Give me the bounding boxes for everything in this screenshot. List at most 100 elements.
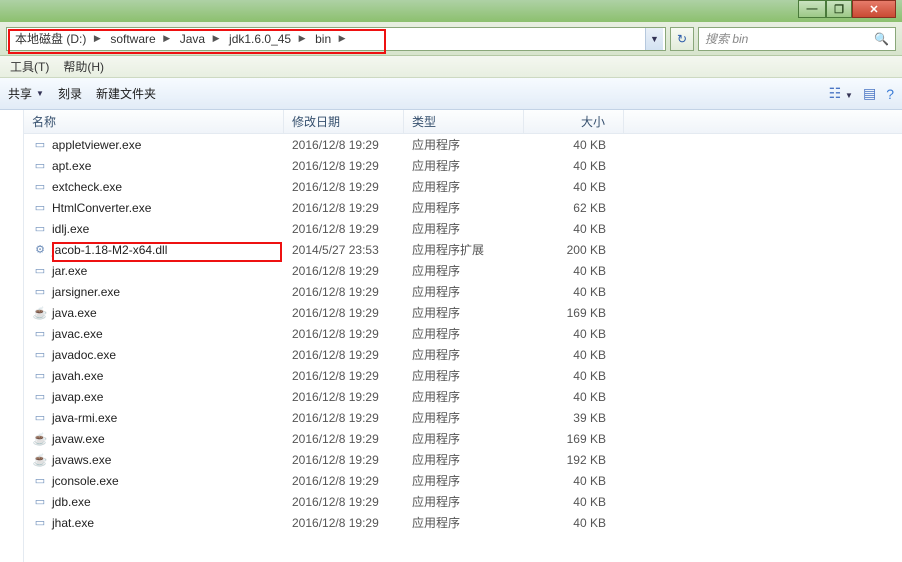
file-date: 2016/12/8 19:29 <box>284 180 404 194</box>
address-dropdown-icon[interactable]: ▼ <box>645 28 663 50</box>
chevron-right-icon[interactable]: ▶ <box>160 33 174 44</box>
search-input[interactable]: 搜索 bin 🔍 <box>698 27 896 51</box>
breadcrumb: 本地磁盘 (D:)▶software▶Java▶jdk1.6.0_45▶bin▶ <box>9 28 645 50</box>
column-header-type[interactable]: 类型 <box>404 110 524 133</box>
file-date: 2016/12/8 19:29 <box>284 390 404 404</box>
file-date: 2016/12/8 19:29 <box>284 432 404 446</box>
window-maximize-button[interactable]: ❐ <box>826 0 852 18</box>
file-list[interactable]: appletviewer.exe2016/12/8 19:29应用程序40 KB… <box>24 134 902 562</box>
column-headers: 名称 修改日期 类型 大小 <box>24 110 902 134</box>
chevron-right-icon[interactable]: ▶ <box>335 33 349 44</box>
file-name: javaw.exe <box>52 432 105 446</box>
file-name: java-rmi.exe <box>52 411 117 425</box>
file-size: 40 KB <box>524 474 624 488</box>
toolbar-share[interactable]: 共享 ▼ <box>8 85 44 102</box>
file-type: 应用程序扩展 <box>404 241 524 258</box>
column-header-size[interactable]: 大小 <box>524 110 624 133</box>
column-header-date[interactable]: 修改日期 <box>284 110 404 133</box>
help-icon[interactable]: ? <box>886 86 894 102</box>
file-type: 应用程序 <box>404 325 524 342</box>
file-date: 2016/12/8 19:29 <box>284 474 404 488</box>
file-row[interactable]: jdb.exe2016/12/8 19:29应用程序40 KB <box>24 491 902 512</box>
chevron-right-icon[interactable]: ▶ <box>295 33 309 44</box>
exe-file-icon <box>32 473 48 489</box>
file-row[interactable]: idlj.exe2016/12/8 19:29应用程序40 KB <box>24 218 902 239</box>
file-row[interactable]: jar.exe2016/12/8 19:29应用程序40 KB <box>24 260 902 281</box>
file-type: 应用程序 <box>404 472 524 489</box>
file-row[interactable]: jhat.exe2016/12/8 19:29应用程序40 KB <box>24 512 902 533</box>
toolbar-new-folder[interactable]: 新建文件夹 <box>96 85 156 102</box>
file-date: 2016/12/8 19:29 <box>284 222 404 236</box>
window-close-button[interactable]: ✕ <box>852 0 896 18</box>
file-row[interactable]: jarsigner.exe2016/12/8 19:29应用程序40 KB <box>24 281 902 302</box>
search-icon: 🔍 <box>874 32 889 46</box>
menu-tools[interactable]: 工具(T) <box>10 58 49 75</box>
file-row[interactable]: javaw.exe2016/12/8 19:29应用程序169 KB <box>24 428 902 449</box>
exe-file-icon <box>32 389 48 405</box>
file-row[interactable]: appletviewer.exe2016/12/8 19:29应用程序40 KB <box>24 134 902 155</box>
file-size: 40 KB <box>524 348 624 362</box>
exe-file-icon <box>32 347 48 363</box>
file-type: 应用程序 <box>404 409 524 426</box>
file-size: 169 KB <box>524 306 624 320</box>
file-date: 2016/12/8 19:29 <box>284 369 404 383</box>
window-minimize-button[interactable]: — <box>798 0 826 18</box>
address-bar-row: 本地磁盘 (D:)▶software▶Java▶jdk1.6.0_45▶bin▶… <box>0 22 902 56</box>
file-type: 应用程序 <box>404 220 524 237</box>
breadcrumb-item[interactable]: software <box>104 28 159 50</box>
chevron-right-icon[interactable]: ▶ <box>90 33 104 44</box>
file-name: javap.exe <box>52 390 103 404</box>
file-row[interactable]: java-rmi.exe2016/12/8 19:29应用程序39 KB <box>24 407 902 428</box>
file-row[interactable]: jacob-1.18-M2-x64.dll2014/5/27 23:53应用程序… <box>24 239 902 260</box>
breadcrumb-item[interactable]: jdk1.6.0_45 <box>223 28 295 50</box>
file-row[interactable]: extcheck.exe2016/12/8 19:29应用程序40 KB <box>24 176 902 197</box>
file-date: 2016/12/8 19:29 <box>284 159 404 173</box>
file-row[interactable]: javah.exe2016/12/8 19:29应用程序40 KB <box>24 365 902 386</box>
breadcrumb-item[interactable]: bin <box>309 28 335 50</box>
file-row[interactable]: javac.exe2016/12/8 19:29应用程序40 KB <box>24 323 902 344</box>
menu-bar: 工具(T) 帮助(H) <box>0 56 902 78</box>
toolbar-burn[interactable]: 刻录 <box>58 85 82 102</box>
dll-file-icon <box>32 242 48 258</box>
address-bar[interactable]: 本地磁盘 (D:)▶software▶Java▶jdk1.6.0_45▶bin▶… <box>6 27 666 51</box>
exe-file-icon <box>32 410 48 426</box>
file-type: 应用程序 <box>404 136 524 153</box>
file-row[interactable]: javaws.exe2016/12/8 19:29应用程序192 KB <box>24 449 902 470</box>
toolbar-share-label: 共享 <box>8 85 32 102</box>
file-name: HtmlConverter.exe <box>52 201 151 215</box>
file-name: java.exe <box>52 306 97 320</box>
exe-file-icon <box>32 284 48 300</box>
file-row[interactable]: HtmlConverter.exe2016/12/8 19:29应用程序62 K… <box>24 197 902 218</box>
file-type: 应用程序 <box>404 451 524 468</box>
breadcrumb-item[interactable]: 本地磁盘 (D:) <box>9 28 90 50</box>
chevron-right-icon[interactable]: ▶ <box>209 33 223 44</box>
column-header-name[interactable]: 名称 <box>24 110 284 133</box>
exe-file-icon <box>32 515 48 531</box>
file-row[interactable]: javadoc.exe2016/12/8 19:29应用程序40 KB <box>24 344 902 365</box>
file-size: 40 KB <box>524 516 624 530</box>
refresh-button[interactable]: ↻ <box>670 27 694 51</box>
file-date: 2016/12/8 19:29 <box>284 327 404 341</box>
file-size: 40 KB <box>524 369 624 383</box>
file-type: 应用程序 <box>404 178 524 195</box>
view-options-icon[interactable]: ☷ ▼ <box>829 85 853 102</box>
file-date: 2016/12/8 19:29 <box>284 453 404 467</box>
menu-help[interactable]: 帮助(H) <box>63 58 104 75</box>
file-size: 40 KB <box>524 138 624 152</box>
file-type: 应用程序 <box>404 304 524 321</box>
file-date: 2016/12/8 19:29 <box>284 306 404 320</box>
file-type: 应用程序 <box>404 199 524 216</box>
file-name: jacob-1.18-M2-x64.dll <box>52 243 167 257</box>
file-type: 应用程序 <box>404 157 524 174</box>
exe-file-icon <box>32 368 48 384</box>
file-row[interactable]: apt.exe2016/12/8 19:29应用程序40 KB <box>24 155 902 176</box>
file-row[interactable]: javap.exe2016/12/8 19:29应用程序40 KB <box>24 386 902 407</box>
file-row[interactable]: jconsole.exe2016/12/8 19:29应用程序40 KB <box>24 470 902 491</box>
file-name: extcheck.exe <box>52 180 122 194</box>
breadcrumb-item[interactable]: Java <box>174 28 209 50</box>
details-pane-icon[interactable]: ▤ <box>863 85 876 102</box>
file-row[interactable]: java.exe 2016/12/8 19:29应用程序169 KB <box>24 302 902 323</box>
main-area: 名称 修改日期 类型 大小 appletviewer.exe2016/12/8 … <box>0 110 902 562</box>
file-name: jar.exe <box>52 264 87 278</box>
navigation-pane[interactable] <box>0 110 24 562</box>
